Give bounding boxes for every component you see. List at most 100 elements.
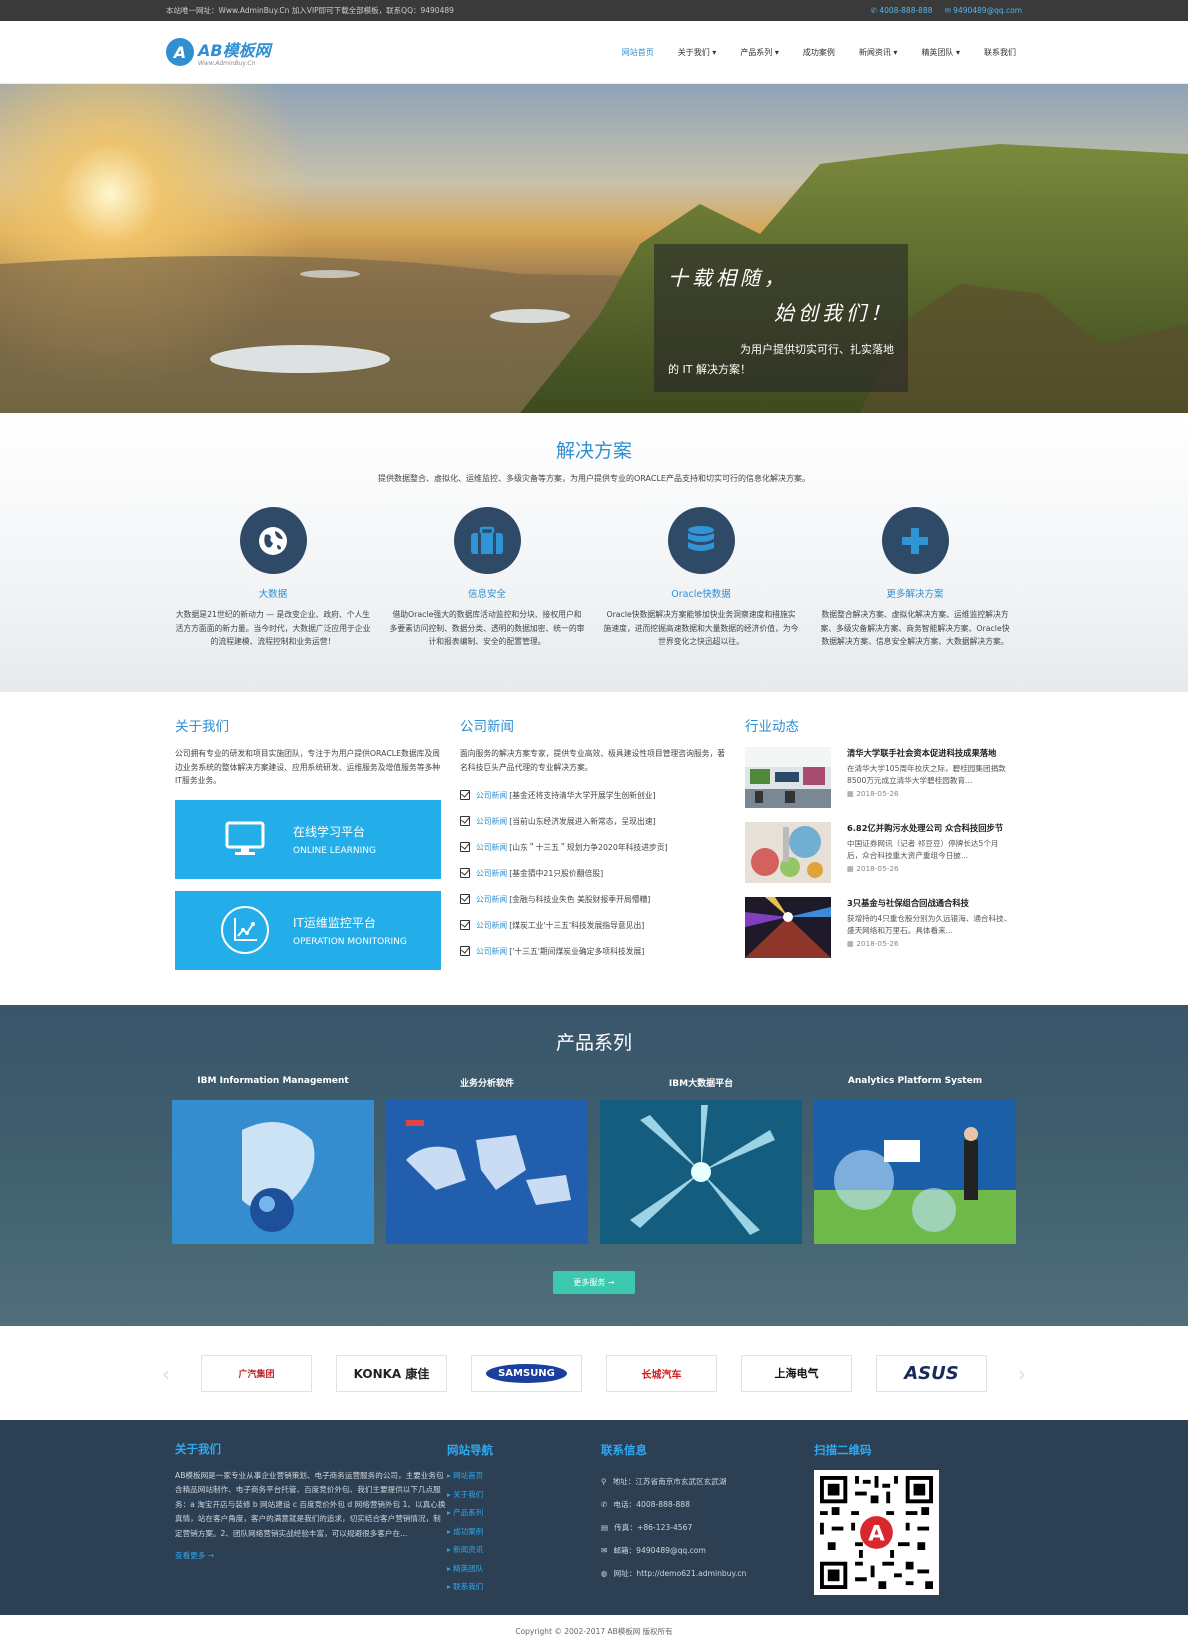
footer-nav-label[interactable]: 精英团队 (453, 1564, 483, 1573)
nav-home[interactable]: 网站首页 (622, 47, 654, 58)
partner-logo[interactable]: 长城汽车 (606, 1354, 717, 1392)
chevron-right-icon[interactable]: › (1018, 1362, 1026, 1386)
solution-item[interactable]: 信息安全 借助Oracle强大的数据库活动监控和分块、接权用户和多要素访问控制、… (380, 507, 594, 649)
list-item[interactable]: 公司新闻 [基金还将支持清华大学开展学生创新创业] (460, 782, 745, 808)
industry-item[interactable]: 清华大学联手社会资本促进科技成果落地 在清华大学105周年校庆之际，碧桂园集团捐… (745, 747, 1030, 808)
product-card[interactable]: IBM大数据平台 (600, 1076, 802, 1247)
top-phone[interactable]: ✆ 4008-888-888 (871, 6, 933, 15)
news-category[interactable]: 公司新闻 (476, 946, 507, 957)
partner-logo[interactable]: 上海电气 (741, 1354, 852, 1392)
product-image[interactable] (172, 1100, 374, 1244)
news-category[interactable]: 公司新闻 (476, 816, 507, 827)
contact-website[interactable]: ◍ 网址：http://demo621.adminbuy.cn (601, 1562, 814, 1585)
contact-email[interactable]: ✉ 邮箱：9490489@qq.com (601, 1539, 814, 1562)
nav-contact[interactable]: 联系我们 (984, 47, 1016, 58)
more-services-button[interactable]: 更多服务 → (553, 1271, 635, 1294)
checkbox-icon (460, 842, 470, 852)
footer-nav-title: 网站导航 (447, 1443, 493, 1457)
news-title[interactable]: [基金还将支持清华大学开展学生创新创业] (509, 790, 655, 801)
footer-nav-item[interactable]: ▸ 网站首页 (447, 1470, 601, 1489)
news-category[interactable]: 公司新闻 (476, 920, 507, 931)
footer-nav-item[interactable]: ▸ 产品系列 (447, 1507, 601, 1526)
nav-news[interactable]: 新闻资讯 ▾ (859, 47, 898, 58)
footer-contact-title: 联系信息 (601, 1443, 647, 1457)
industry-item[interactable]: 3只基金与社保组合回战通合科技 获增持的4只重仓股分别为久远银海、通合科技、盛天… (745, 897, 1030, 958)
nav-about[interactable]: 关于我们 ▾ (678, 47, 717, 58)
product-card[interactable]: Analytics Platform System (814, 1076, 1016, 1247)
news-category[interactable]: 公司新闻 (476, 868, 507, 879)
product-name[interactable]: Analytics Platform System (814, 1076, 1016, 1096)
chevron-left-icon[interactable]: ‹ (162, 1362, 170, 1386)
list-item[interactable]: 公司新闻 [金融与科技业失色 美股财报季开局懵糟] (460, 886, 745, 912)
operation-monitoring-button[interactable]: IT运维监控平台 OPERATION MONITORING (175, 890, 441, 970)
hero-caption: 十载相随， 始创我们！ 为用户提供切实可行、扎实落地 的 IT 解决方案！ (654, 244, 908, 392)
industry-item-desc: 获增持的4只重仓股分别为久远银海、通合科技、盛天网络和万里石。具体看来... (847, 914, 1012, 935)
solution-item[interactable]: 更多解决方案 数据整合解决方案、虚拟化解决方案、运维监控解决方案、多级灾备解决方… (808, 507, 1022, 649)
industry-item-date: ▦ 2018-05-26 (847, 864, 1012, 873)
footer-nav-item[interactable]: ▸ 精英团队 (447, 1563, 601, 1582)
news-category[interactable]: 公司新闻 (476, 894, 507, 905)
industry-item-title[interactable]: 清华大学联手社会资本促进科技成果落地 (847, 747, 1012, 759)
footer-nav-item[interactable]: ▸ 关于我们 (447, 1489, 601, 1508)
news-title[interactable]: [当前山东经济发展进入新常态，呈现出速] (509, 816, 655, 827)
solution-item[interactable]: 大数据 大数据是21世纪的新动力 — 是改变企业、政府、个人生活方方面面的新力量… (166, 507, 380, 649)
lab-image[interactable] (745, 822, 831, 883)
product-name[interactable]: IBM Information Management (172, 1076, 374, 1096)
news-title[interactable]: [基金猜中21只股价翻倍股] (509, 868, 603, 879)
industry-column: 行业动态 清华大学联手社会资本促进科技成果落地 在清华大学105周年校庆之际，碧… (745, 715, 1030, 1005)
partner-name: KONKA 康佳 (353, 1366, 430, 1381)
online-learning-button[interactable]: 在线学习平台 ONLINE LEARNING (175, 799, 441, 879)
product-image[interactable] (600, 1100, 802, 1244)
footer-nav-item[interactable]: ▸ 新闻资讯 (447, 1544, 601, 1563)
product-image[interactable] (386, 1100, 588, 1244)
news-category[interactable]: 公司新闻 (476, 790, 507, 801)
industry-item-title[interactable]: 6.82亿并购污水处理公司 众合科技回步节 (847, 822, 1012, 834)
hero-banner: 十载相随， 始创我们！ 为用户提供切实可行、扎实落地 的 IT 解决方案！ (0, 84, 1188, 413)
product-name[interactable]: IBM大数据平台 (600, 1076, 802, 1096)
product-card[interactable]: IBM Information Management (172, 1076, 374, 1247)
phone-icon: ✆ (601, 1500, 608, 1509)
industry-item[interactable]: 6.82亿并购污水处理公司 众合科技回步节 中国证券网讯（记者 祁豆豆）停牌长达… (745, 822, 1030, 883)
solution-item[interactable]: Oracle快数据 Oracle快数据解决方案能够加快业务洞察速度和措施实施速度… (594, 507, 808, 649)
footer-nav-label[interactable]: 成功案例 (453, 1527, 483, 1536)
industry-item-title[interactable]: 3只基金与社保组合回战通合科技 (847, 897, 1012, 909)
list-item[interactable]: 公司新闻 ['十三五'期间煤炭业确定多项科技发展] (460, 938, 745, 964)
logo[interactable]: A AB模板网 Www.AdminBuy.Cn (166, 37, 271, 67)
partner-logo[interactable]: SAMSUNG (471, 1354, 582, 1392)
footer-nav-item[interactable]: ▸ 成功案例 (447, 1526, 601, 1545)
partner-logo[interactable]: ASUS (876, 1354, 987, 1392)
list-item[interactable]: 公司新闻 [当前山东经济发展进入新常态，呈现出速] (460, 808, 745, 834)
product-name[interactable]: 业务分析软件 (386, 1076, 588, 1096)
news-category[interactable]: 公司新闻 (476, 842, 507, 853)
footer-nav-label[interactable]: 网站首页 (453, 1471, 483, 1480)
footer-nav-label[interactable]: 新闻资讯 (453, 1545, 483, 1554)
industry-title: 行业动态 (745, 719, 799, 735)
list-item[interactable]: 公司新闻 [基金猜中21只股价翻倍股] (460, 860, 745, 886)
list-item[interactable]: 公司新闻 [煤炭工业'十三五'科技发展指导意见出] (460, 912, 745, 938)
footer-nav-item[interactable]: ▸ 联系我们 (447, 1581, 601, 1600)
nav-products[interactable]: 产品系列 ▾ (740, 47, 779, 58)
footer-nav-label[interactable]: 产品系列 (453, 1508, 483, 1517)
news-title[interactable]: [山东＂十三五＂规划力争2020年科技进步贡] (509, 842, 667, 853)
news-title[interactable]: [金融与科技业失色 美股财报季开局懵糟] (509, 894, 650, 905)
about-text: 公司拥有专业的研发和项目实施团队，专注于为用户提供ORACLE数据库及周边业务系… (175, 749, 441, 785)
footer-nav-label[interactable]: 关于我们 (453, 1490, 483, 1499)
footer-nav-label[interactable]: 联系我们 (453, 1582, 483, 1591)
partner-logo[interactable]: KONKA 康佳 (336, 1354, 447, 1392)
partner-logo[interactable]: 广汽集团 (201, 1354, 312, 1392)
tech-image[interactable] (745, 897, 831, 958)
product-image[interactable] (814, 1100, 1016, 1244)
qr-code: A (814, 1470, 939, 1595)
fax-icon: ▤ (601, 1523, 609, 1532)
product-card[interactable]: 业务分析软件 (386, 1076, 588, 1247)
news-title[interactable]: ['十三五'期间煤炭业确定多项科技发展] (509, 946, 644, 957)
nav-team[interactable]: 精英团队 ▾ (921, 47, 960, 58)
news-title[interactable]: [煤炭工业'十三五'科技发展指导意见出] (509, 920, 644, 931)
about-column: 关于我们 公司拥有专业的研发和项目实施团队，专注于为用户提供ORACLE数据库及… (175, 715, 460, 1005)
top-email[interactable]: ✉ 9490489@qq.com (945, 6, 1023, 15)
office-image[interactable] (745, 747, 831, 808)
list-item[interactable]: 公司新闻 [山东＂十三五＂规划力争2020年科技进步贡] (460, 834, 745, 860)
footer-more-link[interactable]: 查看更多 → (175, 1549, 447, 1564)
calendar-icon: ▦ (847, 939, 857, 948)
nav-cases[interactable]: 成功案例 (803, 47, 835, 58)
